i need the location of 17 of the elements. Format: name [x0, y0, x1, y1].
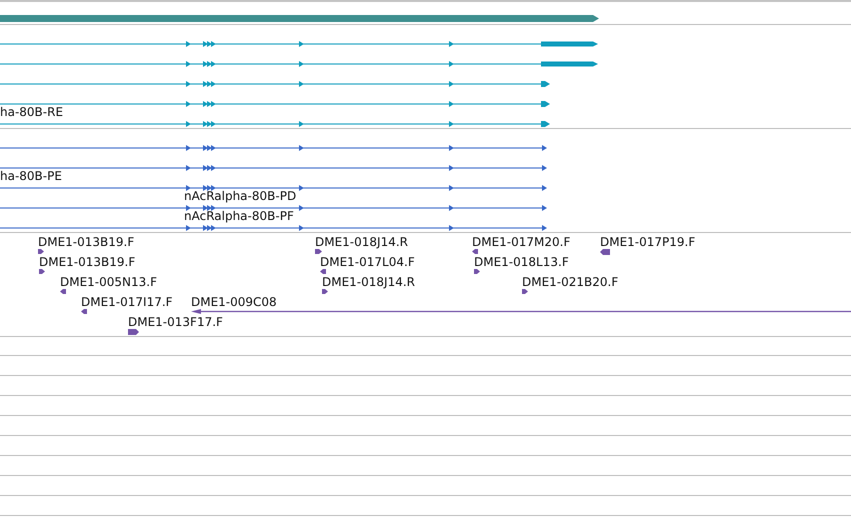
est-label: DME1-021B20.F [522, 276, 618, 289]
transcript-label: nAcRalpha-80B-PF [184, 210, 294, 223]
est-label: DME1-018J14.R [315, 236, 408, 249]
est-label: DME1-018L13.F [474, 256, 569, 269]
est-label: DME1-017M20.F [472, 236, 570, 249]
est-label: DME1-013F17.F [128, 316, 223, 329]
est-label: DME1-017I17.F [81, 296, 173, 309]
transcript-label: nAcRalpha-80B-PD [184, 190, 296, 203]
est-label: DME1-017P19.F [600, 236, 696, 249]
est-label: DME1-013B19.F [39, 256, 136, 269]
est-label: DME1-013B19.F [38, 236, 134, 249]
transcript-label: ha-80B-RE [0, 106, 64, 119]
est-label: DME1-017L04.F [320, 256, 415, 269]
transcript-label: ha-80B-PE [0, 170, 62, 183]
est-label: DME1-009C08 [191, 296, 277, 309]
est-label: DME1-005N13.F [60, 276, 158, 289]
est-label: DME1-018J14.R [322, 276, 416, 289]
